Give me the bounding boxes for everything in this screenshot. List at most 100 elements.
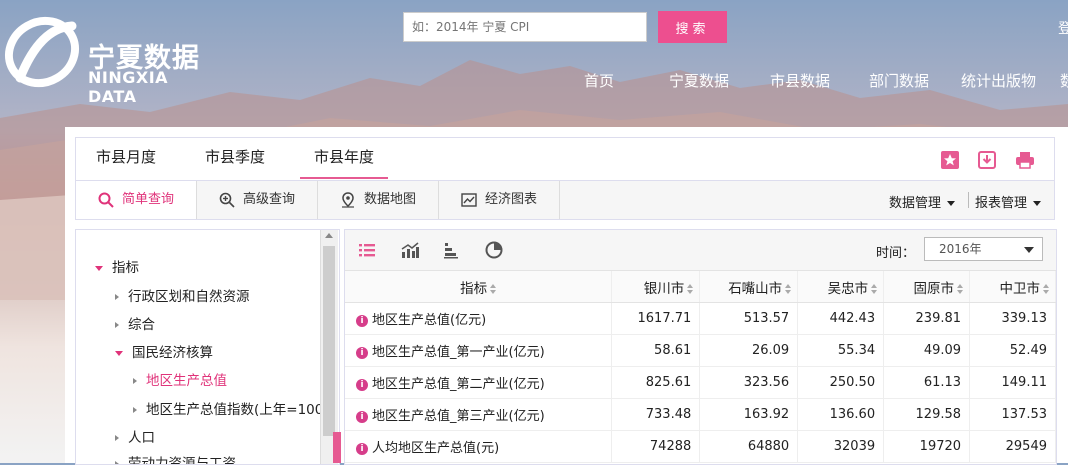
column-header-label: 中卫市 (999, 280, 1041, 297)
column-header-indicator[interactable]: 指标 (345, 271, 613, 303)
table-cell: 513.57 (699, 302, 799, 335)
economic-chart-tool[interactable]: 经济图表 (439, 181, 560, 219)
table-cell: 61.13 (883, 366, 971, 399)
main-panel: 市县月度 市县季度 市县年度 简单查询 高级查询 数据地图 经济图表 数据管理 … (65, 127, 1068, 465)
caret-right-icon (133, 378, 137, 384)
splitter-handle[interactable] (333, 432, 341, 463)
table-cell: 52.49 (969, 334, 1056, 367)
table-row: i 地区生产总值(亿元) 1617.71 513.57 442.43 239.81… (345, 302, 1056, 335)
sort-icon[interactable] (1043, 283, 1049, 294)
scroll-up-icon[interactable] (325, 233, 333, 238)
table-cell: 49.09 (883, 334, 971, 367)
sort-icon[interactable] (785, 283, 792, 294)
site-logo[interactable]: 宁夏数据 NINGXIA DATA (0, 8, 220, 106)
nav-department-data[interactable]: 部门数据 (869, 70, 929, 91)
column-header-label: 银川市 (643, 280, 685, 297)
table-row: i 地区生产总值_第三产业(亿元) 733.48 163.92 136.60 12… (345, 398, 1056, 431)
sort-icon[interactable] (490, 283, 497, 294)
logo-title-en: NINGXIA DATA (88, 68, 169, 106)
info-icon[interactable]: i (356, 378, 368, 391)
table-cell: 64880 (699, 430, 799, 463)
caret-right-icon (115, 435, 119, 441)
table-cell: 74288 (611, 430, 701, 463)
search-button[interactable]: 搜索 (658, 11, 727, 43)
caret-right-icon (115, 461, 119, 464)
caret-down-icon (115, 350, 123, 356)
row-indicator-cell: i 地区生产总值_第二产业(亿元) (345, 366, 613, 399)
data-management-label: 数据管理 (889, 196, 942, 211)
search-input[interactable] (403, 12, 647, 42)
nav-ningxia-data[interactable]: 宁夏数据 (669, 70, 729, 91)
tree-item-label: 人口 (128, 430, 155, 446)
tree-item-national-accounts[interactable]: 国民经济核算 (115, 341, 213, 361)
tree-item-gdp-index[interactable]: 地区生产总值指数(上年=100 (133, 398, 323, 418)
data-management-menu[interactable]: 数据管理 (889, 192, 956, 211)
tree-item-admin-resources[interactable]: 行政区划和自然资源 (115, 285, 250, 305)
tree-item-regional-gdp[interactable]: 地区生产总值 (133, 369, 227, 389)
table-cell: 19720 (883, 430, 971, 463)
star-icon[interactable] (940, 150, 960, 170)
table-cell: 1617.71 (611, 302, 701, 335)
info-icon[interactable]: i (356, 346, 368, 359)
column-header-zhongwei[interactable]: 中卫市 (969, 271, 1056, 303)
tree-root-indicator[interactable]: 指标 (95, 256, 139, 276)
column-header-label: 固原市 (913, 280, 955, 297)
row-indicator-name: 地区生产总值_第三产业(亿元) (372, 409, 545, 424)
data-map-tool[interactable]: 数据地图 (318, 181, 439, 219)
nav-home[interactable]: 首页 (584, 70, 614, 91)
tree-item-population[interactable]: 人口 (115, 426, 155, 446)
site-header: 宁夏数据 NINGXIA DATA 搜索 登 首页 宁夏数据 市县数据 部门数据… (0, 0, 1068, 120)
row-indicator-cell: i 地区生产总值(亿元) (345, 302, 613, 335)
sort-icon[interactable] (957, 283, 964, 294)
row-indicator-name: 地区生产总值_第二产业(亿元) (372, 377, 545, 392)
tab-county-monthly[interactable]: 市县月度 (96, 146, 156, 177)
time-select-value: 2016年 (939, 242, 982, 256)
tab-county-yearly[interactable]: 市县年度 (300, 146, 389, 179)
column-header-yinchuan[interactable]: 银川市 (611, 271, 701, 303)
print-icon[interactable] (1015, 150, 1035, 170)
info-icon[interactable]: i (356, 314, 368, 327)
report-management-menu[interactable]: 报表管理 (975, 192, 1042, 211)
column-header-label: 吴忠市 (827, 280, 869, 297)
tree-item-label: 综合 (128, 317, 155, 333)
tree-item-label: 行政区划和自然资源 (128, 289, 250, 305)
list-icon[interactable] (357, 240, 377, 260)
nav-more[interactable]: 数 (1060, 70, 1068, 91)
tree-root-label: 指标 (112, 260, 139, 276)
line-chart-icon[interactable] (400, 240, 420, 260)
search-icon (98, 192, 114, 208)
pie-chart-icon[interactable] (484, 240, 504, 260)
table-cell: 250.50 (797, 366, 885, 399)
info-icon[interactable]: i (356, 410, 368, 423)
tree-scrollbar[interactable] (320, 230, 338, 464)
tree-item-labor-wages[interactable]: 劳动力资源与工资 (115, 452, 236, 464)
column-header-wuzhong[interactable]: 吴忠市 (797, 271, 885, 303)
download-icon[interactable] (977, 150, 997, 170)
advanced-query-tool[interactable]: 高级查询 (197, 181, 318, 219)
advanced-query-label: 高级查询 (243, 192, 296, 207)
sort-icon[interactable] (871, 283, 878, 294)
row-indicator-name: 人均地区生产总值(元) (372, 441, 500, 456)
table-row: i 地区生产总值_第一产业(亿元) 58.61 26.09 55.34 49.09… (345, 334, 1056, 367)
info-icon[interactable]: i (356, 442, 368, 455)
row-indicator-cell: i 人均地区生产总值(元) (345, 430, 613, 463)
row-indicator-cell: i 地区生产总值_第三产业(亿元) (345, 398, 613, 431)
data-panel: 时间： 2016年 指标 银川市 石嘴山市 吴忠市 固原市 中卫市 i 地区生产… (344, 229, 1057, 465)
table-cell: 137.53 (969, 398, 1056, 431)
column-header-label: 石嘴山市 (728, 280, 783, 297)
column-header-guyuan[interactable]: 固原市 (883, 271, 971, 303)
bar-chart-icon[interactable] (442, 240, 462, 260)
table-header-row: 指标 银川市 石嘴山市 吴忠市 固原市 中卫市 (345, 271, 1056, 303)
login-link[interactable]: 登 (1058, 18, 1068, 38)
simple-query-tool[interactable]: 简单查询 (76, 181, 197, 219)
data-map-label: 数据地图 (364, 192, 417, 207)
time-select[interactable]: 2016年 (924, 237, 1043, 261)
column-header-shizuishan[interactable]: 石嘴山市 (699, 271, 799, 303)
nav-publications[interactable]: 统计出版物 (961, 70, 1036, 91)
tree-item-comprehensive[interactable]: 综合 (115, 313, 155, 333)
nav-county-data[interactable]: 市县数据 (770, 70, 830, 91)
column-header-label: 指标 (460, 280, 488, 297)
sort-icon[interactable] (687, 283, 694, 294)
scrollbar-thumb[interactable] (323, 246, 335, 436)
tab-county-quarterly[interactable]: 市县季度 (205, 146, 265, 177)
